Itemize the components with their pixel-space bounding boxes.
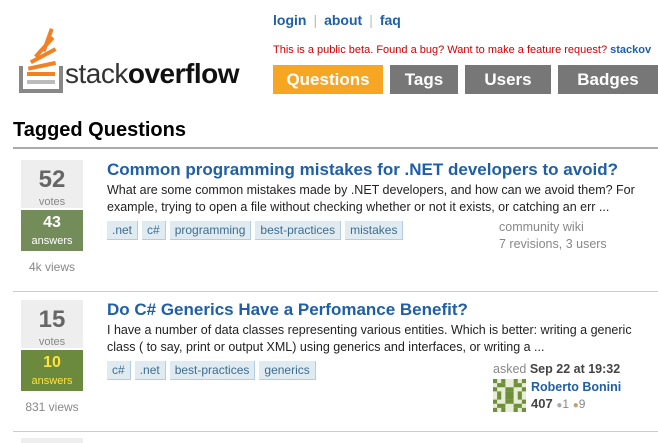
answer-label: answers xyxy=(31,235,73,247)
tag[interactable]: mistakes xyxy=(345,221,404,240)
view-count: 4k views xyxy=(28,260,75,274)
beta-notice: This is a public beta. Found a bug? Want… xyxy=(273,44,651,56)
community-wiki-label: community wiki xyxy=(499,220,584,234)
stack-logo-icon xyxy=(19,28,63,93)
question-summary: 15 votes 10 answers 831 views Do C# Gene… xyxy=(13,300,658,440)
faq-link[interactable]: faq xyxy=(380,12,401,28)
top-links: login | about | faq xyxy=(273,12,401,28)
question-summary: 52 votes 43 answers 4k views Common prog… xyxy=(13,160,658,300)
link-separator: | xyxy=(369,12,373,28)
answer-label: answers xyxy=(31,375,73,387)
asked-date: Sep 22 at 19:32 xyxy=(529,362,621,376)
vote-count-box: 15 votes xyxy=(21,300,83,348)
main-nav: Questions Tags Users Badges xyxy=(273,65,658,94)
logo-wordmark: stackoverflow xyxy=(65,58,240,89)
community-wiki-info: community wiki 7 revisions, 3 users xyxy=(499,219,607,253)
vote-label: votes xyxy=(38,336,66,348)
avatar[interactable] xyxy=(493,379,526,412)
question-title-link[interactable]: Common programming mistakes for .NET dev… xyxy=(107,160,618,180)
tag[interactable]: programming xyxy=(169,221,252,240)
user-reputation: 407 ●1 ●9 xyxy=(531,396,585,411)
answer-count-box: 10 answers xyxy=(21,350,83,391)
about-link[interactable]: about xyxy=(324,12,362,28)
tag[interactable]: c# xyxy=(142,221,166,240)
tag-list: .net c# programming best-practices mistakes xyxy=(107,221,407,240)
question-title-link[interactable]: Do C# Generics Have a Perfomance Benefit… xyxy=(107,300,468,320)
question-excerpt: What are some common mistakes made by .N… xyxy=(107,183,635,214)
vote-count: 15 xyxy=(38,306,66,333)
question-divider xyxy=(13,291,658,292)
beta-notice-text: This is a public beta. Found a bug? Want… xyxy=(273,44,608,56)
beta-link[interactable]: stackov xyxy=(610,44,651,56)
asked-label: asked xyxy=(493,362,527,376)
question-divider xyxy=(13,431,658,432)
tag[interactable]: c# xyxy=(107,361,131,380)
tag[interactable]: generics xyxy=(259,361,316,380)
page-title: Tagged Questions xyxy=(13,119,186,141)
bronze-badge-count: 9 xyxy=(578,397,586,411)
question-excerpt: I have a number of data classes represen… xyxy=(107,323,632,354)
vote-count-box xyxy=(21,438,83,443)
title-divider xyxy=(13,147,658,149)
question-summary-partial xyxy=(13,438,658,443)
user-info: Roberto Bonini 407 ●1 ●9 xyxy=(493,379,658,415)
asked-info: asked Sep 22 at 19:32 xyxy=(493,361,620,377)
tag[interactable]: .net xyxy=(134,361,166,380)
tab-badges[interactable]: Badges xyxy=(558,65,658,94)
vote-label: votes xyxy=(38,196,66,208)
link-separator: | xyxy=(313,12,318,28)
tag-list: c# .net best-practices generics xyxy=(107,361,320,380)
silver-badge-count: 1 xyxy=(562,397,570,411)
answer-count-box: 43 answers xyxy=(21,210,83,251)
tag[interactable]: .net xyxy=(107,221,139,240)
tab-tags[interactable]: Tags xyxy=(390,65,458,94)
stackoverflow-logo[interactable]: stackoverflow xyxy=(19,28,264,98)
login-link[interactable]: login xyxy=(273,12,306,28)
tab-users[interactable]: Users xyxy=(465,65,551,94)
vote-count: 52 xyxy=(38,166,66,193)
view-count: 831 views xyxy=(25,400,79,414)
revisions-link[interactable]: 7 revisions, 3 users xyxy=(499,236,607,253)
tab-questions[interactable]: Questions xyxy=(273,65,383,94)
reputation-score: 407 xyxy=(531,396,553,411)
tag[interactable]: best-practices xyxy=(255,221,342,240)
user-name-link[interactable]: Roberto Bonini xyxy=(531,380,621,394)
answer-count: 43 xyxy=(43,214,61,231)
tag[interactable]: best-practices xyxy=(169,361,256,380)
answer-count: 10 xyxy=(43,354,61,371)
vote-count-box: 52 votes xyxy=(21,160,83,208)
